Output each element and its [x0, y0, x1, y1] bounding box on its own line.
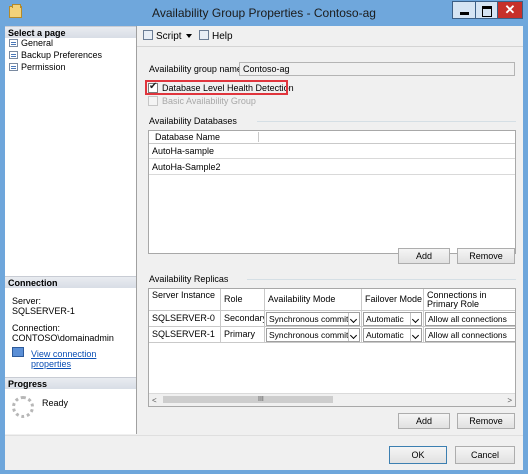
basic-ag-label: Basic Availability Group [162, 96, 256, 106]
dropdown-value: Automatic [366, 314, 404, 324]
remove-replica-button[interactable]: Remove [457, 413, 515, 429]
minimize-button[interactable] [452, 1, 476, 19]
page-item-label: General [21, 38, 54, 48]
availability-databases-label: Availability Databases [149, 116, 237, 126]
column-header-connections-primary[interactable]: Connections in Primary Role [424, 289, 515, 311]
scroll-left-icon[interactable]: < [152, 396, 157, 405]
script-button[interactable]: Script [143, 30, 192, 42]
page-item-backup-preferences[interactable]: Backup Preferences [9, 50, 102, 61]
connection-properties-icon [12, 347, 24, 357]
failover-mode-dropdown[interactable]: Automatic [363, 312, 422, 326]
horizontal-scrollbar[interactable]: < III > [149, 393, 515, 406]
progress-heading: Progress [5, 377, 136, 389]
failover-mode-dropdown[interactable]: Automatic [363, 328, 422, 342]
dropdown-value: Synchronous commit [269, 330, 349, 340]
replica-connections-cell: Allow all connections [424, 327, 515, 343]
toolbar: Script Help [137, 26, 523, 47]
select-page-heading: Select a page [5, 26, 136, 38]
page-item-general[interactable]: General [9, 38, 53, 49]
column-header-role[interactable]: Role [221, 289, 265, 311]
group-divider [257, 121, 516, 122]
close-button[interactable]: ✕ [497, 1, 523, 19]
page-icon [9, 63, 18, 71]
script-icon [143, 30, 153, 40]
chevron-down-icon[interactable] [410, 313, 421, 325]
connections-dropdown[interactable]: Allow all connections [425, 312, 515, 326]
replica-role-cell[interactable]: Primary [221, 327, 265, 343]
availability-databases-grid[interactable]: Database Name AutoHa-sample AutoHa-Sampl… [148, 130, 516, 254]
ag-name-field[interactable]: Contoso-ag [239, 62, 515, 76]
connection-value: CONTOSO\domainadmin [12, 333, 114, 343]
page-icon [9, 51, 18, 59]
help-icon [199, 30, 209, 40]
server-label: Server: [12, 296, 42, 306]
maximize-button[interactable] [475, 1, 498, 19]
page-item-label: Permission [21, 62, 66, 72]
page-icon [9, 39, 18, 47]
title-bar[interactable]: Availability Group Properties - Contoso-… [0, 0, 528, 26]
replica-server-cell[interactable]: SQLSERVER-1 [149, 327, 221, 343]
scroll-right-icon[interactable]: > [507, 396, 512, 405]
dropdown-value: Allow all connections [428, 330, 507, 340]
window-title: Availability Group Properties - Contoso-… [152, 6, 376, 20]
ag-name-label: Availability group name: [149, 64, 245, 74]
replica-server-cell[interactable]: SQLSERVER-0 [149, 311, 221, 327]
scroll-thumb[interactable]: III [163, 396, 333, 403]
replica-failover-cell: Automatic [362, 311, 424, 327]
column-header-server-instance[interactable]: Server Instance [149, 289, 221, 311]
chevron-down-icon[interactable] [410, 329, 421, 341]
chevron-down-icon[interactable] [348, 313, 359, 325]
page-item-label: Backup Preferences [21, 50, 103, 60]
dialog-window: Availability Group Properties - Contoso-… [0, 0, 528, 474]
table-row[interactable]: AutoHa-Sample2 [149, 159, 515, 175]
remove-database-button[interactable]: Remove [457, 248, 515, 264]
connections-dropdown[interactable]: Allow all connections [425, 328, 515, 342]
availability-replicas-label: Availability Replicas [149, 274, 229, 284]
view-connection-properties-link[interactable]: View connection properties [31, 349, 136, 369]
help-button[interactable]: Help [199, 30, 233, 42]
ok-button[interactable]: OK [389, 446, 447, 464]
replica-mode-cell: Synchronous commit [265, 327, 362, 343]
availability-mode-dropdown[interactable]: Synchronous commit [266, 328, 360, 342]
group-divider [247, 279, 516, 280]
availability-replicas-grid[interactable]: Server Instance Role Availability Mode F… [148, 288, 516, 407]
dialog-client-area: Select a page General Backup Preferences… [5, 26, 523, 470]
left-pane: Select a page General Backup Preferences… [5, 26, 137, 434]
add-database-button[interactable]: Add [398, 248, 450, 264]
dropdown-value: Automatic [366, 330, 404, 340]
column-header-failover-mode[interactable]: Failover Mode [362, 289, 424, 311]
connection-label: Connection: [12, 323, 61, 333]
scroll-grip-icon: III [258, 396, 264, 403]
table-row[interactable]: AutoHa-sample [149, 143, 515, 159]
page-item-permission[interactable]: Permission [9, 62, 66, 73]
cancel-button[interactable]: Cancel [455, 446, 515, 464]
basic-ag-checkbox[interactable] [148, 96, 158, 106]
progress-spinner-icon [12, 396, 34, 418]
replica-failover-cell: Automatic [362, 327, 424, 343]
dropdown-value: Allow all connections [428, 314, 507, 324]
chevron-down-icon[interactable] [348, 329, 359, 341]
dialog-button-bar: OK Cancel [5, 435, 523, 470]
chevron-down-icon [185, 34, 192, 38]
server-value: SQLSERVER-1 [12, 306, 75, 316]
replica-connections-cell: Allow all connections [424, 311, 515, 327]
column-header-availability-mode[interactable]: Availability Mode [265, 289, 362, 311]
column-header-database-name[interactable]: Database Name [152, 132, 259, 142]
availability-mode-dropdown[interactable]: Synchronous commit [266, 312, 360, 326]
help-label: Help [212, 31, 233, 42]
connection-heading: Connection [5, 276, 136, 288]
add-replica-button[interactable]: Add [398, 413, 450, 429]
dropdown-value: Synchronous commit [269, 314, 349, 324]
close-icon: ✕ [504, 2, 516, 17]
script-label: Script [156, 31, 182, 42]
replica-mode-cell: Synchronous commit [265, 311, 362, 327]
progress-status: Ready [42, 398, 69, 408]
replica-role-cell[interactable]: Secondary [221, 311, 265, 327]
highlight-box [145, 80, 288, 95]
